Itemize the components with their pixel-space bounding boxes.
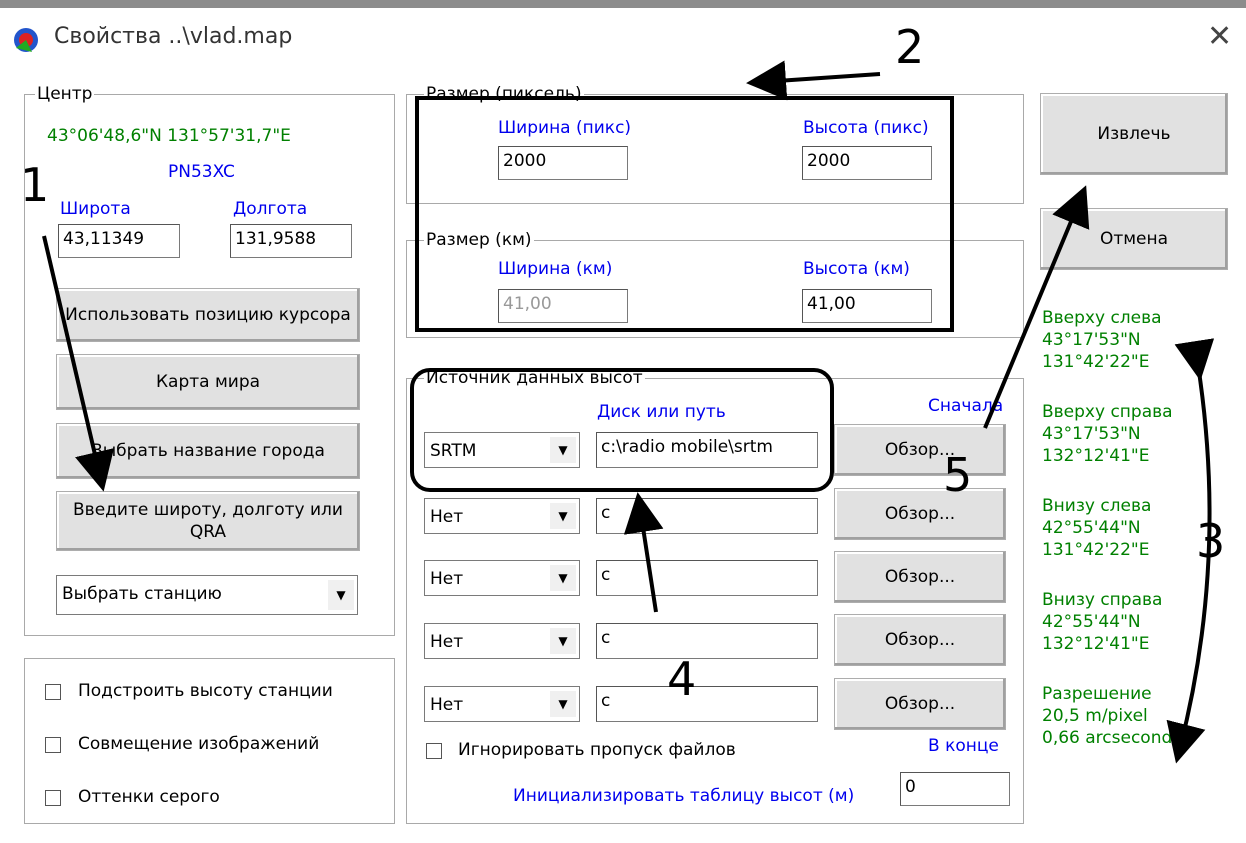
annotation-number-5: 5 [943, 448, 973, 502]
annotation-overlay [42, 60, 1215, 764]
arrow-2 [746, 60, 881, 101]
annotation-number-2: 2 [895, 20, 925, 74]
arrow-4 [623, 492, 664, 613]
annotation-number-4: 4 [667, 652, 697, 706]
arrow-5 [983, 185, 1090, 429]
arrow-1 [42, 235, 115, 492]
annotation-number-3: 3 [1196, 514, 1226, 568]
elevation-highlight-frame [410, 368, 834, 492]
annotation-number-1: 1 [20, 158, 50, 212]
size-highlight-frame [415, 96, 954, 332]
